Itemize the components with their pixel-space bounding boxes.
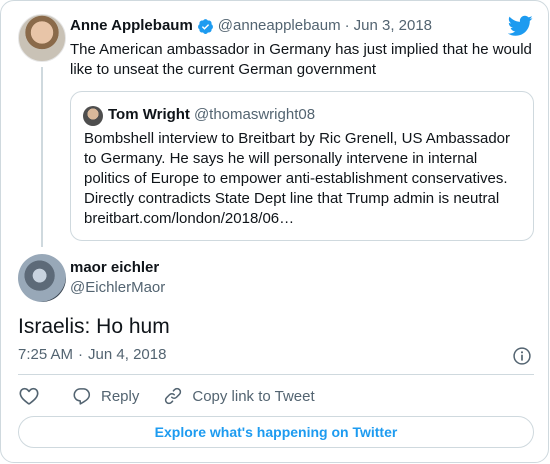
twitter-bird-icon[interactable]	[508, 15, 533, 37]
reply-icon	[73, 388, 91, 405]
copy-link-button[interactable]: Copy link to Tweet	[163, 386, 315, 406]
author-handle[interactable]: @EichlerMaor	[70, 279, 165, 297]
tweet-date: Jun 4, 2018	[88, 346, 167, 363]
tweet-embed-card: Anne Applebaum @anneapplebaum · Jun 3, 2…	[0, 0, 549, 463]
thread-line	[41, 67, 43, 247]
parent-tweet-header: Anne Applebaum @anneapplebaum · Jun 3, 2…	[70, 17, 432, 35]
avatar[interactable]	[18, 254, 66, 302]
tweet-text: Israelis: Ho hum	[18, 315, 170, 338]
explore-button[interactable]: Explore what's happening on Twitter	[18, 416, 534, 448]
heart-icon[interactable]	[18, 385, 40, 407]
parent-tweet-text: The American ambassador in Germany has j…	[70, 41, 532, 78]
verified-icon	[197, 18, 213, 34]
separator-dot: ·	[344, 17, 350, 34]
avatar[interactable]	[18, 14, 66, 62]
tweet-timestamp[interactable]: 7:25 AM · Jun 4, 2018	[18, 346, 166, 364]
author-name[interactable]: maor eichler	[70, 259, 159, 277]
reply-label: Reply	[101, 387, 140, 405]
link-icon	[165, 387, 182, 405]
info-icon[interactable]	[512, 346, 532, 366]
divider	[18, 374, 534, 375]
author-handle[interactable]: @anneapplebaum	[218, 17, 341, 35]
quoted-tweet-header: Tom Wright @thomaswright08	[108, 106, 315, 124]
action-bar: Reply Copy link to Tweet	[18, 385, 315, 407]
copy-link-label: Copy link to Tweet	[192, 387, 315, 405]
quoted-tweet-text: Bombshell interview to Breitbart by Ric …	[84, 130, 511, 227]
tweet-date[interactable]: Jun 3, 2018	[354, 17, 432, 35]
separator-dot: ·	[78, 346, 84, 363]
quoted-author-handle: @thomaswright08	[193, 106, 316, 123]
reply-button[interactable]: Reply	[72, 386, 139, 406]
tweet-time: 7:25 AM	[18, 346, 74, 363]
quoted-avatar	[83, 106, 103, 126]
author-name[interactable]: Anne Applebaum	[70, 17, 193, 35]
quoted-author-name: Tom Wright	[108, 106, 190, 123]
parent-tweet[interactable]: Anne Applebaum @anneapplebaum · Jun 3, 2…	[1, 1, 548, 247]
quoted-tweet[interactable]: Tom Wright @thomaswright08 Bombshell inte…	[70, 91, 534, 241]
